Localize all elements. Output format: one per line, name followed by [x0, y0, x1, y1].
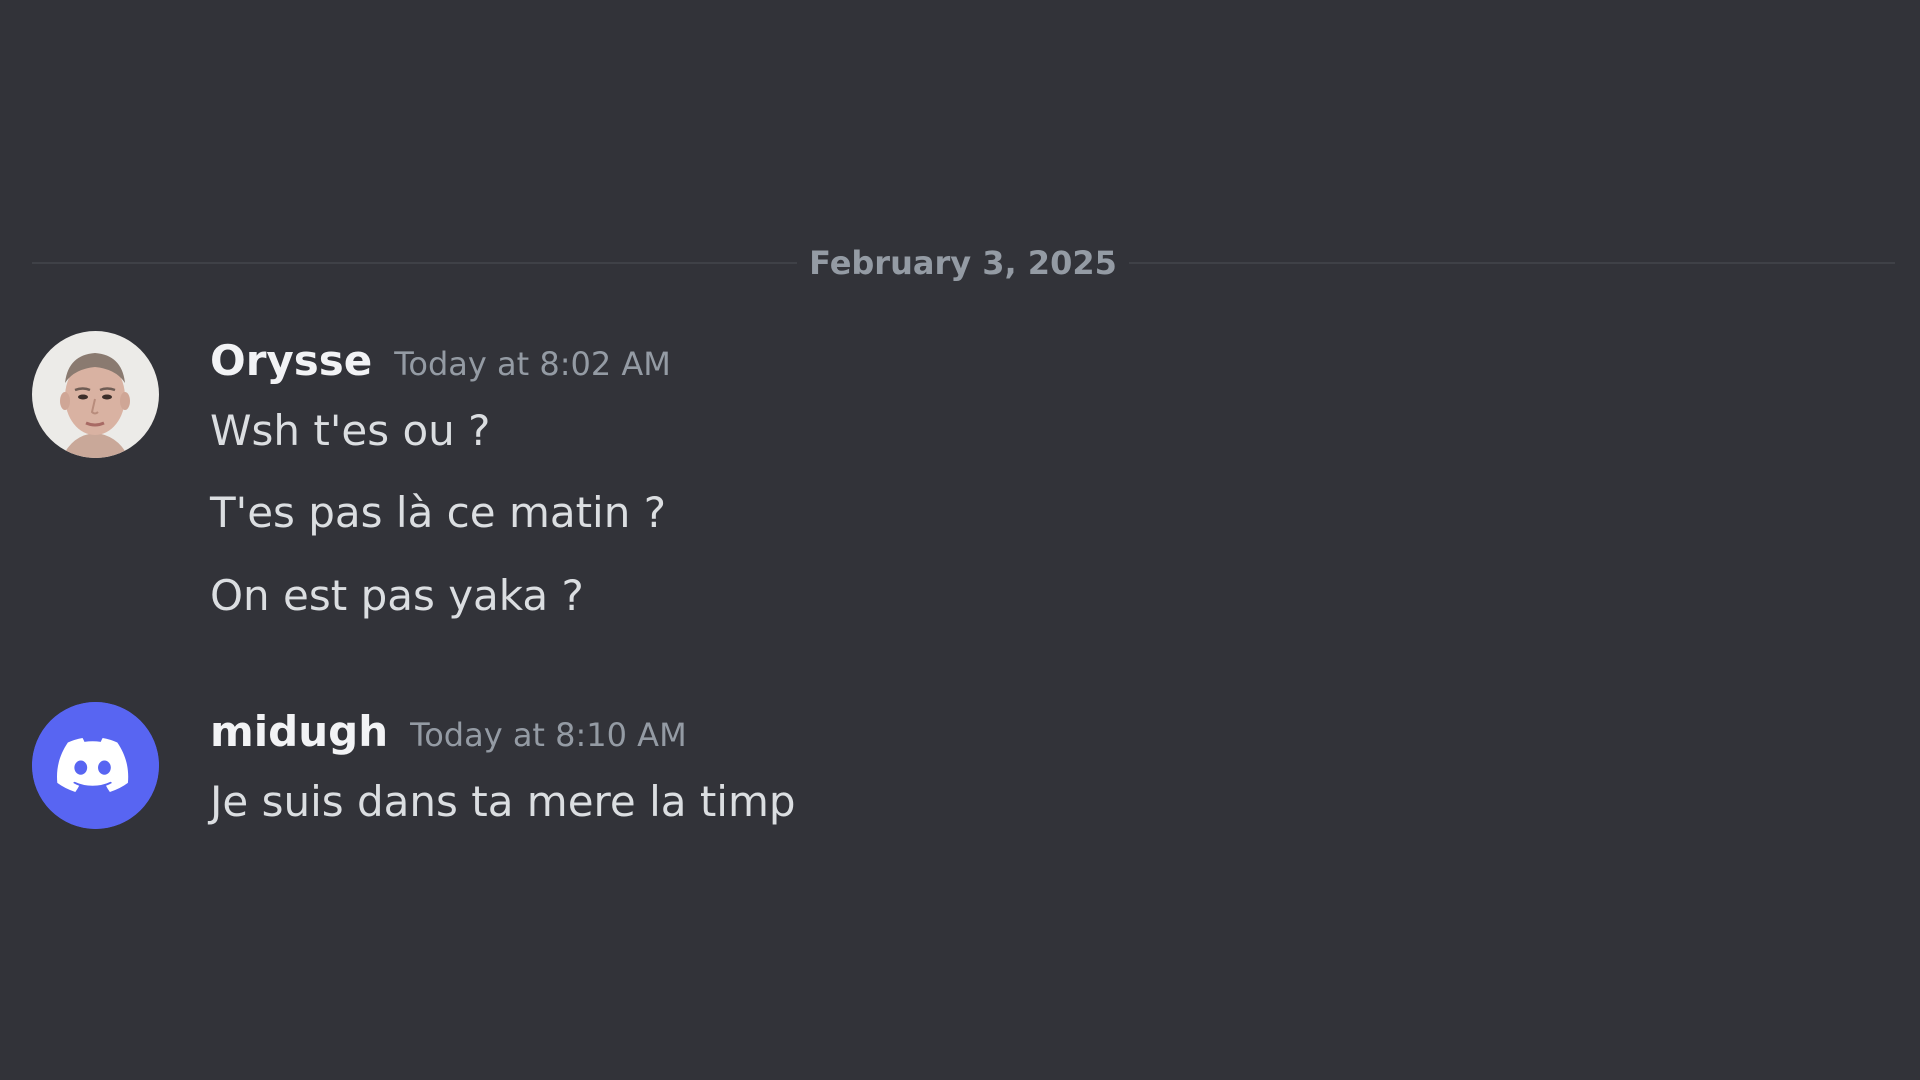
user-photo-icon	[32, 331, 159, 458]
message-timestamp[interactable]: Today at 8:10 AM	[410, 716, 687, 754]
username[interactable]: Orysse	[210, 336, 372, 385]
message-header: midugh Today at 8:10 AM	[210, 702, 687, 765]
message-text: On est pas yaka ?	[210, 571, 584, 620]
username[interactable]: midugh	[210, 707, 388, 756]
avatar[interactable]	[32, 702, 159, 829]
avatar[interactable]	[32, 331, 159, 458]
message-text: Je suis dans ta mere la timp	[210, 777, 796, 826]
message-header: Orysse Today at 8:02 AM	[210, 331, 671, 394]
message-text: Wsh t'es ou ?	[210, 406, 491, 455]
message-timestamp[interactable]: Today at 8:02 AM	[394, 345, 671, 383]
message-text: T'es pas là ce matin ?	[210, 488, 666, 537]
discord-logo-icon	[32, 702, 159, 829]
date-divider-line	[32, 262, 1895, 264]
chat-message-area[interactable]: February 3, 2025 Orysse Today at 8:02 AM…	[0, 0, 1920, 1080]
